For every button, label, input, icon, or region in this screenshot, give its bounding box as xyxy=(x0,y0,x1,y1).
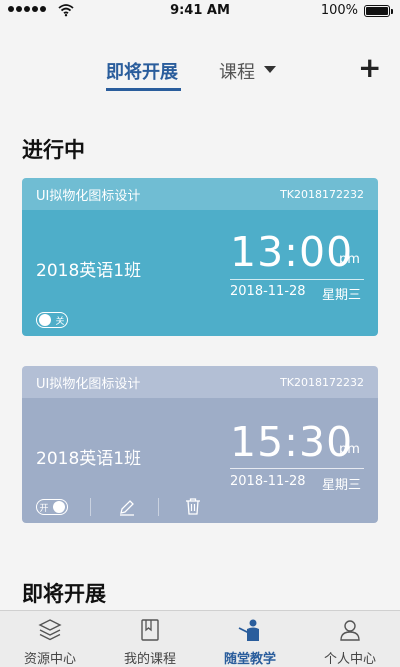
edit-icon[interactable] xyxy=(118,498,136,516)
card-body: 2018英语1班 13:00 pm 2018-11-28 星期三 关 xyxy=(22,210,378,336)
divider xyxy=(158,498,159,516)
nav-label: 个人中心 xyxy=(323,652,376,667)
card-header: UI拟物化图标设计 TK2018172232 xyxy=(22,178,378,210)
class-time: 13:00 xyxy=(230,228,354,276)
chevron-down-icon[interactable] xyxy=(264,66,276,73)
add-button[interactable]: + xyxy=(358,54,381,82)
tab-course[interactable]: 课程 xyxy=(219,58,255,84)
layers-icon xyxy=(38,619,62,641)
course-name: UI拟物化图标设计 xyxy=(36,188,141,204)
nav-label: 我的课程 xyxy=(123,652,176,667)
card-body: 2018英语1班 15:30 pm 2018-11-28 星期三 开 xyxy=(22,398,378,523)
class-name: 2018英语1班 xyxy=(36,261,142,281)
tab-active-indicator xyxy=(106,88,181,91)
class-time: 15:30 xyxy=(230,418,354,466)
nav-item-profile[interactable]: 个人中心 xyxy=(300,611,400,667)
battery-icon xyxy=(364,5,393,17)
tab-upcoming[interactable]: 即将开展 xyxy=(106,58,178,84)
battery-percent: 100% xyxy=(320,3,358,18)
class-card[interactable]: UI拟物化图标设计 TK2018172232 2018英语1班 13:00 pm… xyxy=(22,178,378,336)
status-toggle[interactable]: 开 xyxy=(36,499,68,515)
divider xyxy=(230,468,364,469)
class-weekday: 星期三 xyxy=(322,288,362,303)
toggle-label: 开 xyxy=(39,503,49,514)
meridiem: pm xyxy=(339,252,360,267)
class-date: 2018-11-28 xyxy=(230,474,306,489)
class-name: 2018英语1班 xyxy=(36,449,142,469)
card-header: UI拟物化图标设计 TK2018172232 xyxy=(22,366,378,398)
section-title-ongoing: 进行中 xyxy=(22,138,85,162)
status-toggle[interactable]: 关 xyxy=(36,312,68,328)
toggle-knob xyxy=(53,501,65,513)
status-bar: 9:41 AM 100% xyxy=(0,0,400,22)
teacher-icon xyxy=(238,619,259,641)
divider xyxy=(230,279,364,280)
nav-item-my-courses[interactable]: 我的课程 xyxy=(100,611,200,667)
class-card[interactable]: UI拟物化图标设计 TK2018172232 2018英语1班 15:30 pm… xyxy=(22,366,378,523)
course-name: UI拟物化图标设计 xyxy=(36,376,141,392)
nav-label: 资源中心 xyxy=(23,652,76,667)
toggle-knob xyxy=(39,314,51,326)
class-date: 2018-11-28 xyxy=(230,284,306,299)
course-code: TK2018172232 xyxy=(280,187,364,201)
trash-icon[interactable] xyxy=(184,497,202,516)
course-code: TK2018172232 xyxy=(280,375,364,389)
nav-item-resources[interactable]: 资源中心 xyxy=(0,611,100,667)
nav-item-classroom-teaching[interactable]: 随堂教学 xyxy=(200,611,300,667)
person-icon xyxy=(340,620,360,641)
toggle-label: 关 xyxy=(55,316,65,327)
divider xyxy=(90,498,91,516)
book-icon xyxy=(141,619,159,641)
nav-label: 随堂教学 xyxy=(223,652,276,667)
bottom-nav: 资源中心 我的课程 随堂教学 个人中心 xyxy=(0,610,400,667)
top-tabs: 即将开展 课程 + xyxy=(0,50,400,96)
section-title-upcoming: 即将开展 xyxy=(22,582,106,606)
meridiem: pm xyxy=(339,442,360,457)
class-weekday: 星期三 xyxy=(322,478,362,493)
